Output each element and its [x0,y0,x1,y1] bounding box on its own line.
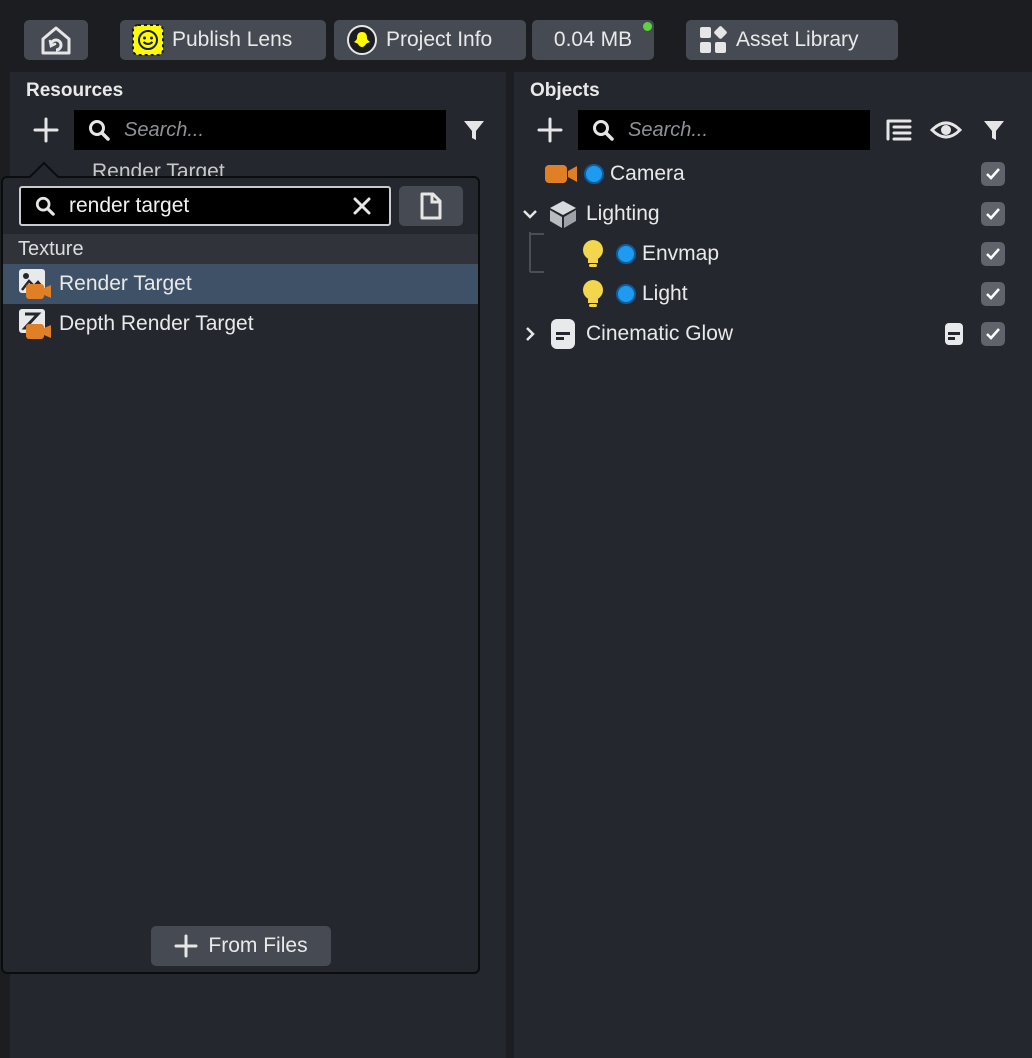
objects-panel: Objects Search... Camera Lighting Envmap… [514,72,1032,1058]
asset-library-button[interactable]: Asset Library [686,20,898,60]
objects-toolbar: Search... [514,108,1032,152]
script-component-icon [945,323,963,345]
checkmark-icon [986,288,1000,300]
search-icon [35,196,55,216]
layer-dot-icon [616,284,636,304]
import-file-button[interactable] [399,186,463,226]
tree-item-label: Light [642,282,688,305]
tree-item-label: Envmap [642,242,720,265]
object-group-icon [550,201,576,228]
checkmark-icon [986,208,1000,220]
add-resource-button[interactable] [32,116,60,144]
layer-dot-icon [616,244,636,264]
tree-item-camera[interactable]: Camera [514,154,1032,194]
search-icon [593,120,614,141]
objects-search-placeholder: Search... [628,118,709,141]
tree-item-cinematic-glow[interactable]: Cinematic Glow [514,314,1032,354]
effect-object-icon [551,319,575,349]
project-info-button[interactable]: Project Info [334,20,526,60]
top-toolbar: Publish Lens Project Info 0.04 MB Asset … [0,0,1032,72]
add-object-button[interactable] [536,116,564,144]
popup-search-input[interactable]: render target [19,186,391,226]
camera-icon [545,165,577,183]
tree-item-label: Cinematic Glow [586,322,734,345]
tree-item-label: Camera [610,162,685,185]
chevron-right-icon[interactable] [524,326,536,342]
popup-item-render-target[interactable]: Render Target [3,264,478,304]
asset-library-label: Asset Library [736,28,859,51]
clear-search-icon[interactable] [353,197,371,215]
objects-title: Objects [530,80,600,101]
enable-checkbox[interactable] [981,282,1005,306]
objects-filter-icon[interactable] [982,118,1006,142]
hierarchy-list-icon[interactable] [886,118,912,142]
checkmark-icon [986,168,1000,180]
publish-lens-label: Publish Lens [172,28,293,51]
section-header-texture: Texture [3,234,478,264]
add-resource-popup: render target Texture Render Target Dept… [1,161,480,974]
enable-checkbox[interactable] [981,322,1005,346]
depth-render-target-icon [19,309,51,339]
light-bulb-icon [583,240,603,267]
search-icon [89,120,110,141]
tree-item-label: Lighting [586,202,660,225]
objects-search-input[interactable]: Search... [578,110,870,150]
asset-library-icon [700,26,727,53]
render-target-icon [19,269,51,299]
chevron-down-icon[interactable] [522,208,538,220]
tree-item-lighting[interactable]: Lighting [514,194,1032,234]
home-icon [41,26,71,55]
enable-checkbox[interactable] [981,162,1005,186]
home-button[interactable] [24,20,88,60]
light-bulb-icon [583,280,603,307]
popup-search-value: render target [69,194,190,217]
resources-filter-icon[interactable] [462,118,486,142]
project-info-label: Project Info [386,28,493,51]
status-dot [643,22,652,31]
snap-lens-icon [132,24,164,56]
project-info-icon [347,25,377,55]
plus-icon [174,934,198,958]
visibility-eye-icon[interactable] [930,118,962,142]
enable-checkbox[interactable] [981,202,1005,226]
popup-item-label: Depth Render Target [59,312,254,335]
popup-item-label: Render Target [59,272,192,295]
resources-title: Resources [26,80,124,101]
tree-item-light[interactable]: Light [514,274,1032,314]
tree-item-envmap[interactable]: Envmap [514,234,1032,274]
checkmark-icon [986,328,1000,340]
from-files-button[interactable]: From Files [151,926,331,966]
resources-search-placeholder: Search... [124,118,205,141]
popup-item-depth-render-target[interactable]: Depth Render Target [3,304,478,344]
project-size-indicator[interactable]: 0.04 MB [532,20,654,60]
resources-search-input[interactable]: Search... [74,110,446,150]
file-icon [420,192,442,220]
layer-dot-icon [584,164,604,184]
project-size-label: 0.04 MB [553,28,633,51]
checkmark-icon [986,248,1000,260]
from-files-label: From Files [208,934,308,957]
publish-lens-button[interactable]: Publish Lens [120,20,326,60]
enable-checkbox[interactable] [981,242,1005,266]
resources-toolbar: Search... [10,108,506,152]
